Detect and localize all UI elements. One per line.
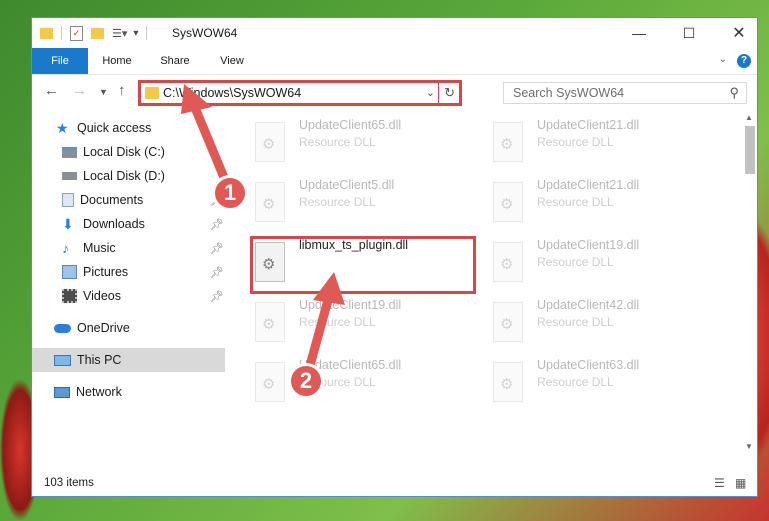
step-badge-1: 1 xyxy=(212,175,248,211)
arrow-head xyxy=(313,272,345,305)
step-badge-2: 2 xyxy=(288,363,324,399)
arrow-head xyxy=(181,84,212,114)
annotation-arrows xyxy=(181,84,345,385)
